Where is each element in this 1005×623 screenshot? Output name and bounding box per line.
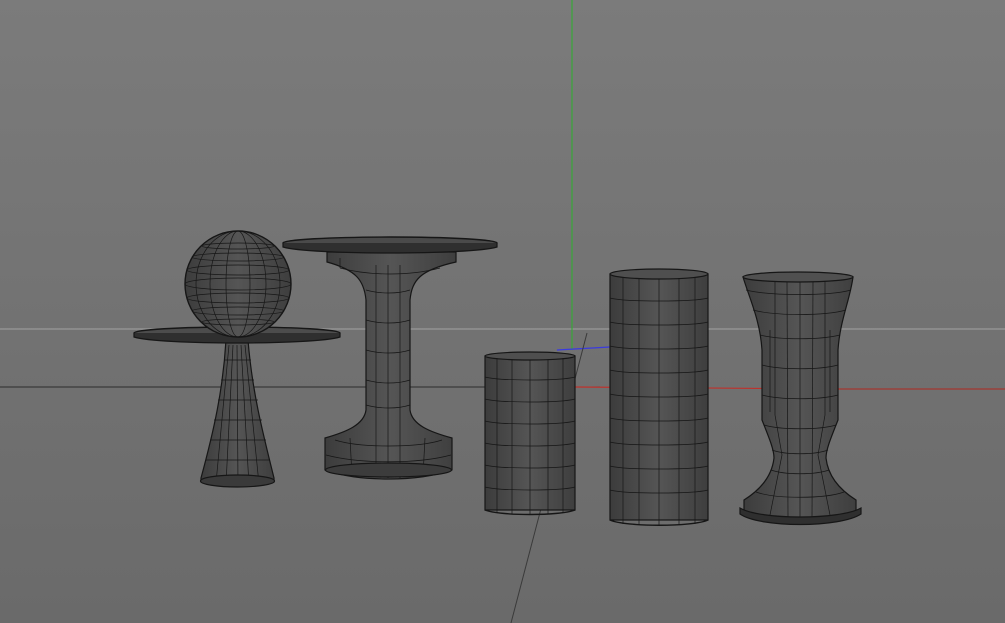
cone-base bbox=[199, 474, 276, 488]
spool-body bbox=[324, 251, 457, 480]
sphere bbox=[184, 230, 292, 338]
tall-cylinder-top bbox=[609, 268, 709, 280]
spool-pedestal[interactable] bbox=[282, 236, 498, 480]
viewport-scene[interactable] bbox=[0, 0, 1005, 623]
short-cylinder-top bbox=[484, 351, 576, 361]
goblet-rim bbox=[742, 271, 854, 283]
tall-cylinder[interactable] bbox=[609, 268, 709, 526]
spool-base bbox=[324, 462, 453, 478]
pedestal-disc-with-sphere[interactable] bbox=[133, 230, 341, 488]
short-cylinder[interactable] bbox=[484, 351, 576, 516]
goblet-vase[interactable] bbox=[739, 271, 862, 526]
3d-viewport[interactable] bbox=[0, 0, 1005, 623]
spool-plate-rim bbox=[282, 243, 498, 254]
world-grid bbox=[0, 0, 1005, 623]
